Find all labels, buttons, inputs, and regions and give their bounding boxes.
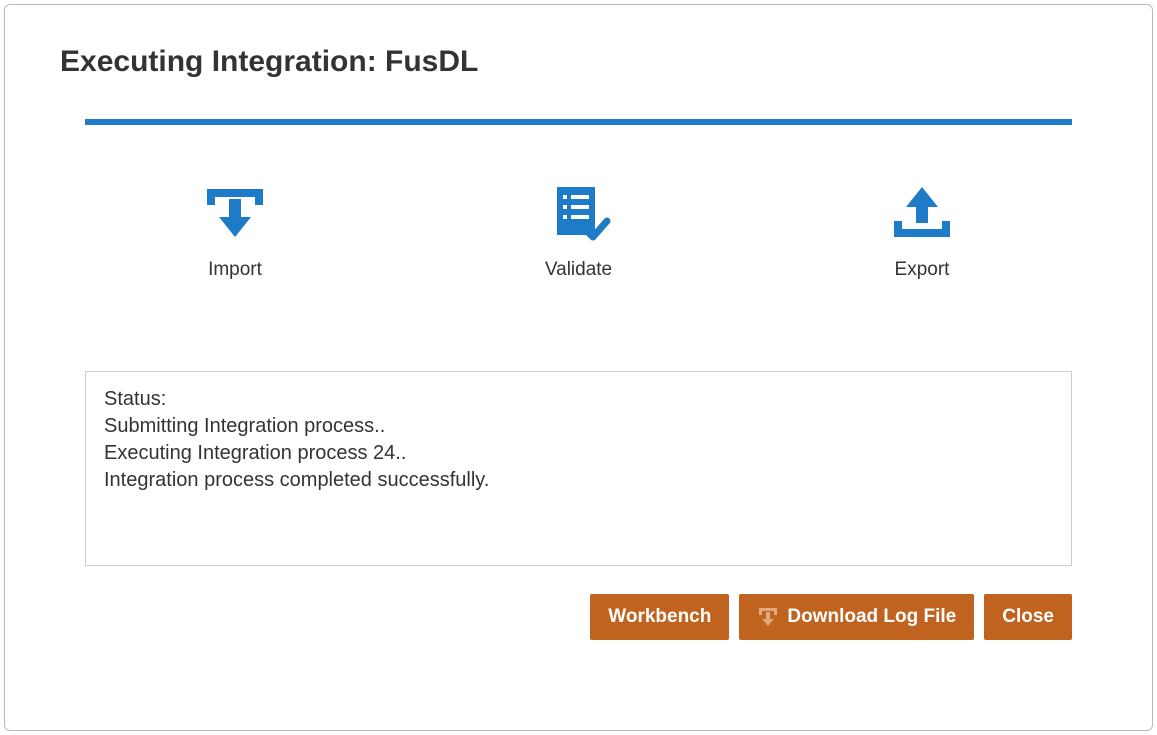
import-icon [203, 185, 267, 241]
status-line: Integration process completed successful… [104, 467, 1053, 494]
close-button[interactable]: Close [984, 594, 1072, 640]
step-export-label: Export [895, 259, 950, 281]
status-box: Status: Submitting Integration process..… [85, 371, 1072, 566]
steps-row: Import Validate [85, 185, 1072, 281]
download-icon [757, 606, 779, 628]
step-export: Export [852, 185, 992, 281]
step-validate: Validate [509, 185, 649, 281]
progress-area: Import Validate [60, 119, 1097, 281]
button-row: Workbench Download Log File Close [60, 594, 1097, 640]
validate-icon [547, 185, 611, 241]
status-line: Submitting Integration process.. [104, 413, 1053, 440]
step-validate-label: Validate [545, 259, 612, 281]
status-header: Status: [104, 386, 1053, 413]
dialog-title: Executing Integration: FusDL [60, 45, 1097, 79]
workbench-button[interactable]: Workbench [590, 594, 729, 640]
step-import-label: Import [208, 259, 262, 281]
export-icon [890, 185, 954, 241]
download-log-label: Download Log File [787, 606, 956, 628]
integration-dialog: Executing Integration: FusDL Import [4, 4, 1153, 731]
download-log-button[interactable]: Download Log File [739, 594, 974, 640]
step-import: Import [165, 185, 305, 281]
progress-bar [85, 119, 1072, 125]
status-line: Executing Integration process 24.. [104, 440, 1053, 467]
